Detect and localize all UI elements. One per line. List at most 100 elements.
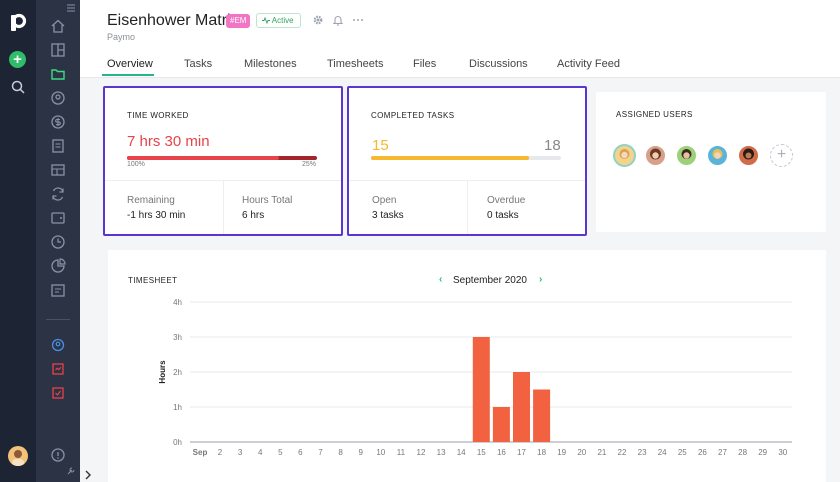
x-tick-label: 21	[597, 448, 606, 457]
more-options-icon[interactable]	[352, 14, 364, 26]
project-nav	[36, 0, 80, 482]
bell-icon[interactable]	[332, 14, 344, 26]
y-axis-label: Hours	[158, 360, 167, 384]
y-tick-label: 2h	[173, 368, 182, 377]
x-tick-label: 23	[638, 448, 647, 457]
x-tick-label: 2	[218, 448, 223, 457]
y-tick-label: 0h	[173, 438, 182, 447]
active-tab-indicator	[102, 74, 154, 76]
user-avatar[interactable]	[737, 144, 760, 167]
x-tick-label: 22	[618, 448, 627, 457]
x-tick-label: 17	[517, 448, 526, 457]
x-tick-label: 16	[497, 448, 506, 457]
dollar-icon[interactable]	[50, 114, 66, 130]
timesheet-chart: 0h1h2h3h4hHoursSep 2 3 4 5 6 7 8 9 10 11 12 13 14 15 16…	[158, 298, 792, 457]
overdue-value: 0 tasks	[487, 210, 519, 221]
hours-total-label: Hours Total	[242, 195, 293, 206]
y-tick-label: 4h	[173, 298, 182, 307]
tab-tasks[interactable]: Tasks	[184, 58, 212, 70]
reports-pie-icon[interactable]	[50, 258, 66, 274]
add-icon[interactable]: +	[9, 51, 26, 68]
time-worked-progress	[127, 156, 317, 160]
clock-icon[interactable]	[50, 234, 66, 250]
user-avatar[interactable]	[675, 144, 698, 167]
completed-tasks-card: COMPLETED TASKS 15 18 Open 3 tasks Overd…	[347, 86, 587, 236]
folder-icon[interactable]	[50, 66, 66, 82]
x-tick-label: 30	[778, 448, 787, 457]
x-tick-label: 5	[278, 448, 283, 457]
nav-separator	[46, 319, 70, 320]
x-tick-label: 8	[338, 448, 343, 457]
x-tick-label: 27	[718, 448, 727, 457]
company-name: Paymo	[107, 32, 136, 42]
app-rail: +	[0, 0, 36, 482]
x-tick-label: 6	[298, 448, 303, 457]
paymo-logo-icon[interactable]	[8, 12, 28, 34]
x-tick-label: 24	[658, 448, 667, 457]
team-user-icon[interactable]	[50, 337, 66, 353]
completed-tasks-progress	[371, 156, 561, 160]
x-tick-label: 19	[557, 448, 566, 457]
checklist-icon[interactable]	[50, 385, 66, 401]
search-icon[interactable]	[10, 79, 26, 95]
activity-pulse-icon	[262, 16, 270, 25]
x-tick-label: 11	[397, 448, 406, 457]
x-tick-label: 29	[758, 448, 767, 457]
status-badge[interactable]: Active	[256, 13, 301, 28]
y-tick-label: 1h	[173, 403, 182, 412]
user-avatar[interactable]	[644, 144, 667, 167]
x-tick-label: 12	[417, 448, 426, 457]
tab-activity-feed[interactable]: Activity Feed	[557, 58, 620, 70]
wrench-icon[interactable]	[66, 466, 76, 476]
home-icon[interactable]	[50, 18, 66, 34]
x-tick-label: 7	[318, 448, 323, 457]
status-label: Active	[271, 16, 294, 25]
tab-discussions[interactable]: Discussions	[469, 58, 528, 70]
user-avatar[interactable]	[613, 144, 636, 167]
wallet-icon[interactable]	[50, 210, 66, 226]
collapse-menu-icon[interactable]	[66, 4, 76, 12]
bar	[513, 372, 530, 442]
hours-total-value: 6 hrs	[242, 210, 265, 221]
remaining-label: Remaining	[127, 195, 175, 206]
settings-gear-icon[interactable]	[312, 14, 324, 26]
sync-icon[interactable]	[50, 186, 66, 202]
x-month-label: Sep	[193, 448, 208, 457]
total-tasks-count: 18	[544, 137, 561, 154]
time-worked-card: TIME WORKED 7 hrs 30 min 100% 25% Remain…	[103, 86, 343, 236]
completed-count: 15	[372, 137, 389, 154]
overdue-label: Overdue	[487, 195, 526, 206]
open-label: Open	[372, 195, 397, 206]
x-tick-label: 28	[738, 448, 747, 457]
tab-timesheets[interactable]: Timesheets	[327, 58, 383, 70]
expand-sidebar-icon[interactable]	[84, 470, 92, 480]
x-tick-label: 3	[238, 448, 243, 457]
x-tick-label: 18	[537, 448, 546, 457]
table-icon[interactable]	[50, 162, 66, 178]
user-avatar[interactable]	[706, 144, 729, 167]
user-icon[interactable]	[50, 90, 66, 106]
task-board-icon[interactable]	[50, 361, 66, 377]
invoice-icon[interactable]	[50, 138, 66, 154]
time-worked-progress-fill	[127, 156, 279, 160]
x-tick-label: 15	[477, 448, 486, 457]
bar	[492, 407, 510, 442]
tab-overview[interactable]: Overview	[107, 58, 153, 70]
open-value: 3 tasks	[372, 210, 404, 221]
progress-overflow-label: 25%	[302, 161, 317, 168]
tab-files[interactable]: Files	[413, 58, 436, 70]
projects-icon[interactable]	[50, 42, 66, 58]
tab-milestones[interactable]: Milestones	[244, 58, 297, 70]
card-divider	[467, 180, 468, 234]
project-code-badge: #EM	[226, 14, 251, 28]
info-icon[interactable]	[50, 447, 66, 463]
x-tick-label: 25	[678, 448, 687, 457]
x-tick-label: 10	[376, 448, 385, 457]
current-user-avatar[interactable]	[8, 446, 28, 466]
add-user-button[interactable]: +	[770, 144, 793, 167]
time-worked-value: 7 hrs 30 min	[127, 133, 210, 150]
timesheet-list-icon[interactable]	[50, 282, 66, 298]
x-tick-label: 4	[258, 448, 263, 457]
remaining-value: -1 hrs 30 min	[127, 210, 186, 221]
assigned-users-card: ASSIGNED USERS +	[596, 92, 826, 232]
